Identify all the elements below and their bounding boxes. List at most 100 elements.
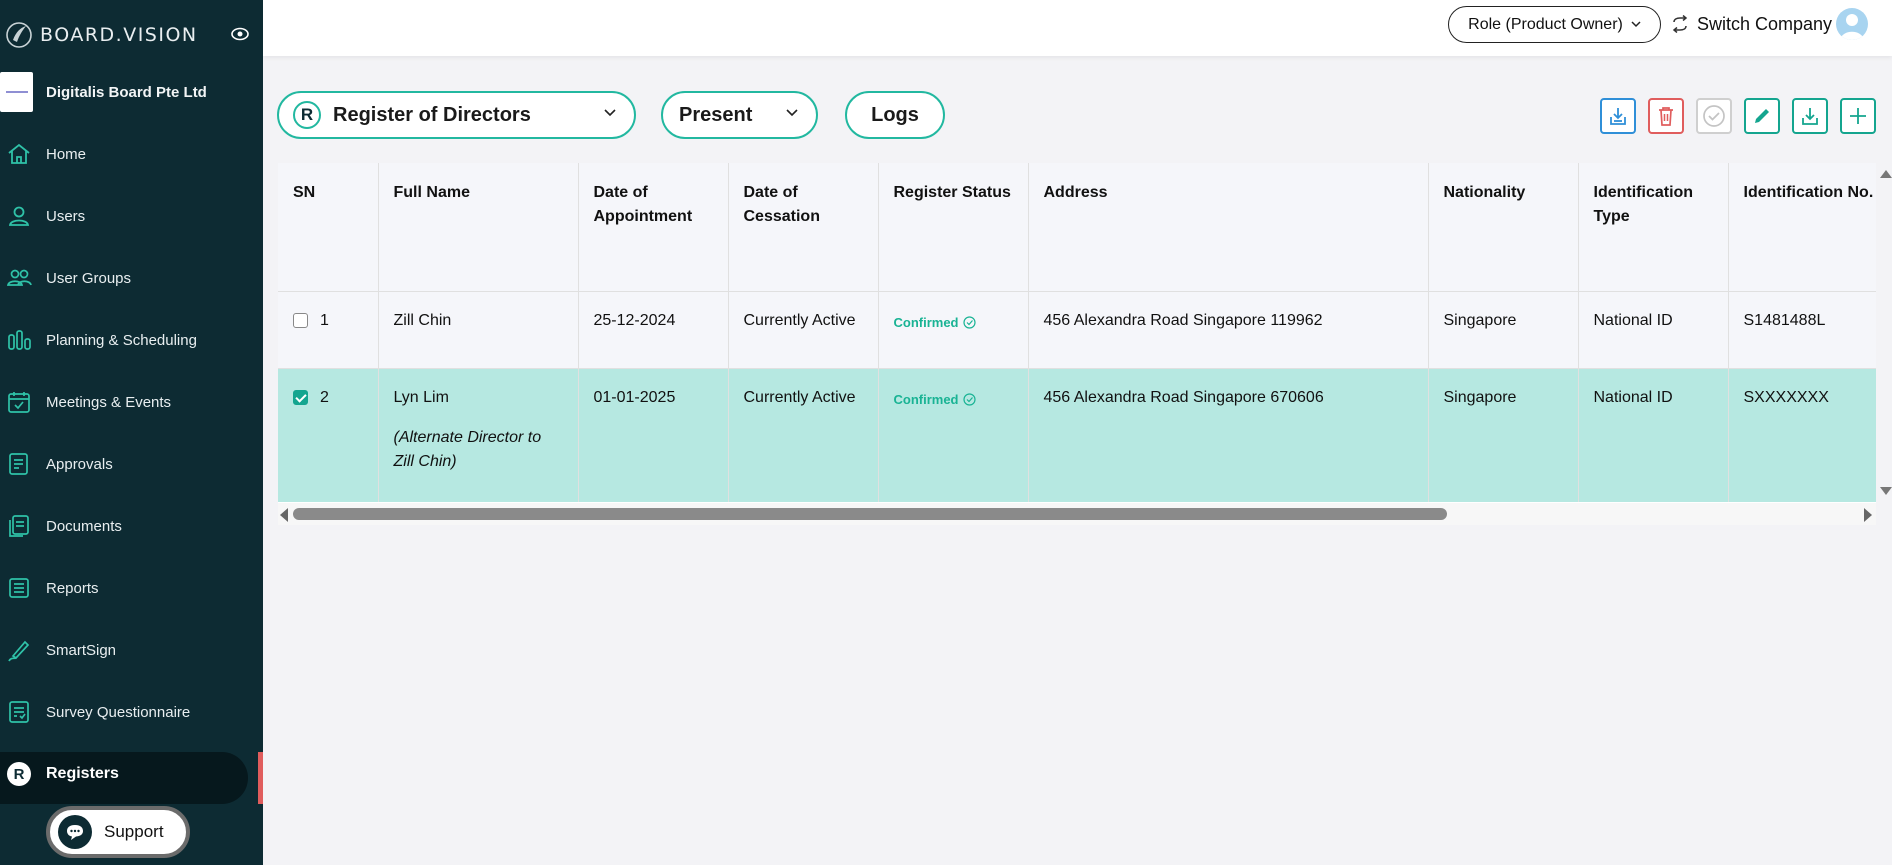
delete-button[interactable] xyxy=(1648,98,1684,134)
identification-type: National ID xyxy=(1593,311,1673,329)
import-button[interactable] xyxy=(1600,98,1636,134)
column-header[interactable]: Date of Appointment xyxy=(578,163,729,292)
sidebar-item-label: Home xyxy=(46,145,87,163)
chat-icon xyxy=(58,815,92,849)
role-dropdown[interactable]: Role (Product Owner) xyxy=(1448,6,1661,43)
user-avatar[interactable] xyxy=(1836,8,1868,40)
switch-company-button[interactable]: Switch Company xyxy=(1671,10,1832,38)
row-checkbox[interactable] xyxy=(293,313,308,328)
column-header[interactable]: Nationality xyxy=(1428,163,1579,292)
sidebar-item-label: Meetings & Events xyxy=(46,393,172,411)
home-icon xyxy=(8,143,30,164)
company-selector[interactable]: Digitalis Board Pte Ltd xyxy=(0,72,207,112)
column-header[interactable]: Identification Type xyxy=(1578,163,1729,292)
period-value: Present xyxy=(679,103,753,126)
sidebar-item-label: Approvals xyxy=(46,455,113,473)
support-label: Support xyxy=(104,822,164,841)
top-bar: Role (Product Owner) Switch Company xyxy=(263,0,1892,56)
import-icon xyxy=(1610,108,1626,125)
identification-type: National ID xyxy=(1593,388,1673,406)
status-text: Confirmed xyxy=(893,391,959,407)
survey-icon xyxy=(9,701,29,723)
sidebar-item-label: Reports xyxy=(46,579,99,597)
chevron-down-icon xyxy=(1631,21,1641,28)
row-sn: 2 xyxy=(320,388,329,406)
sidebar-item-survey-questionnaire[interactable]: Survey Questionnaire xyxy=(0,681,263,743)
register-type-value: Register of Directors xyxy=(333,103,531,126)
table-row[interactable]: 1 Zill Chin 25-12-2024 Currently Active … xyxy=(278,291,1876,369)
sidebar-item-approvals[interactable]: Approvals xyxy=(0,433,263,495)
logs-label: Logs xyxy=(871,103,919,126)
documents-icon xyxy=(9,515,29,537)
scrollbar-thumb[interactable] xyxy=(293,508,1447,520)
sidebar-toggle-icon[interactable] xyxy=(231,27,249,41)
sidebar-item-label: Documents xyxy=(46,517,122,535)
table-row[interactable]: 2 Lyn Lim (Alternate Director to Zill Chi… xyxy=(278,368,1876,502)
register-type-dropdown[interactable]: R Register of Directors xyxy=(277,91,636,139)
support-button[interactable]: Support xyxy=(46,806,190,858)
cessation-date: Currently Active xyxy=(743,388,856,406)
sidebar-item-registers[interactable]: R Registers xyxy=(0,743,263,805)
full-name: Zill Chin xyxy=(393,311,452,329)
sidebar-item-smartsign[interactable]: SmartSign xyxy=(0,619,263,681)
horizontal-scrollbar[interactable] xyxy=(278,503,1876,525)
scroll-right-arrow[interactable] xyxy=(1864,508,1872,522)
brand-logo-text: BOARD.VISION xyxy=(40,24,198,46)
scroll-down-arrow[interactable] xyxy=(1880,487,1892,495)
table-header-row: SN Full Name Date of Appointment Date of… xyxy=(278,163,1876,292)
sidebar-item-reports[interactable]: Reports xyxy=(0,557,263,619)
add-button[interactable] xyxy=(1840,98,1876,134)
sidebar-item-label: Users xyxy=(46,207,86,225)
directors-table: SN Full Name Date of Appointment Date of… xyxy=(278,163,1876,503)
chevron-down-icon xyxy=(786,109,798,117)
sidebar-item-label: Planning & Scheduling xyxy=(46,331,197,349)
company-logo xyxy=(0,72,33,112)
column-header[interactable]: Full Name xyxy=(378,163,579,292)
column-header[interactable]: Address xyxy=(1028,163,1429,292)
role-label: Role (Product Owner) xyxy=(1468,15,1623,33)
nationality: Singapore xyxy=(1443,388,1517,406)
register-badge-icon: R xyxy=(293,101,321,129)
sidebar-item-documents[interactable]: Documents xyxy=(0,495,263,557)
column-header[interactable]: Identification No. xyxy=(1728,163,1876,292)
sidebar-item-label: User Groups xyxy=(46,269,132,287)
sidebar-item-label: Registers xyxy=(46,765,119,782)
active-indicator xyxy=(258,752,263,804)
chevron-down-icon xyxy=(604,109,616,117)
sidebar-item-users[interactable]: Users xyxy=(0,185,263,247)
status-text: Confirmed xyxy=(893,314,959,330)
download-icon xyxy=(1802,108,1818,125)
approve-button[interactable] xyxy=(1696,98,1732,134)
delete-icon xyxy=(1659,107,1673,126)
sidebar-item-meetings-events[interactable]: Meetings & Events xyxy=(0,371,263,433)
approve-icon xyxy=(1703,105,1725,127)
alternate-director-note: (Alternate Director to Zill Chin) xyxy=(393,428,542,470)
row-checkbox[interactable] xyxy=(293,390,308,405)
appointment-date: 25-12-2024 xyxy=(593,311,676,329)
scroll-left-arrow[interactable] xyxy=(280,508,288,522)
sidebar-nav: Home Users User Groups Planning & Schedu… xyxy=(0,123,263,805)
column-header[interactable]: SN xyxy=(278,163,379,292)
period-dropdown[interactable]: Present xyxy=(661,91,818,139)
identification-number: S1481488L xyxy=(1743,311,1826,329)
identification-number: SXXXXXXX xyxy=(1743,388,1829,406)
status-badge: Confirmed xyxy=(894,388,976,412)
sidebar-item-user-groups[interactable]: User Groups xyxy=(0,247,263,309)
sidebar-item-home[interactable]: Home xyxy=(0,123,263,185)
sidebar-item-label: Survey Questionnaire xyxy=(46,703,191,721)
sidebar-item-planning-scheduling[interactable]: Planning & Scheduling xyxy=(0,309,263,371)
column-header[interactable]: Date of Cessation xyxy=(728,163,879,292)
calendar-icon xyxy=(8,392,30,413)
download-button[interactable] xyxy=(1792,98,1828,134)
brand-logo[interactable]: BOARD.VISION xyxy=(0,18,263,52)
sidebar: BOARD.VISION Digitalis Board Pte Ltd Hom… xyxy=(0,0,263,865)
nationality: Singapore xyxy=(1443,311,1517,329)
full-name: Lyn Lim xyxy=(393,388,449,406)
address: 456 Alexandra Road Singapore 670606 xyxy=(1043,388,1324,406)
scroll-up-arrow[interactable] xyxy=(1880,170,1892,178)
column-header[interactable]: Register Status xyxy=(878,163,1029,292)
switch-company-label: Switch Company xyxy=(1697,13,1833,34)
approvals-icon xyxy=(9,453,28,475)
edit-button[interactable] xyxy=(1744,98,1780,134)
logs-button[interactable]: Logs xyxy=(845,91,945,139)
